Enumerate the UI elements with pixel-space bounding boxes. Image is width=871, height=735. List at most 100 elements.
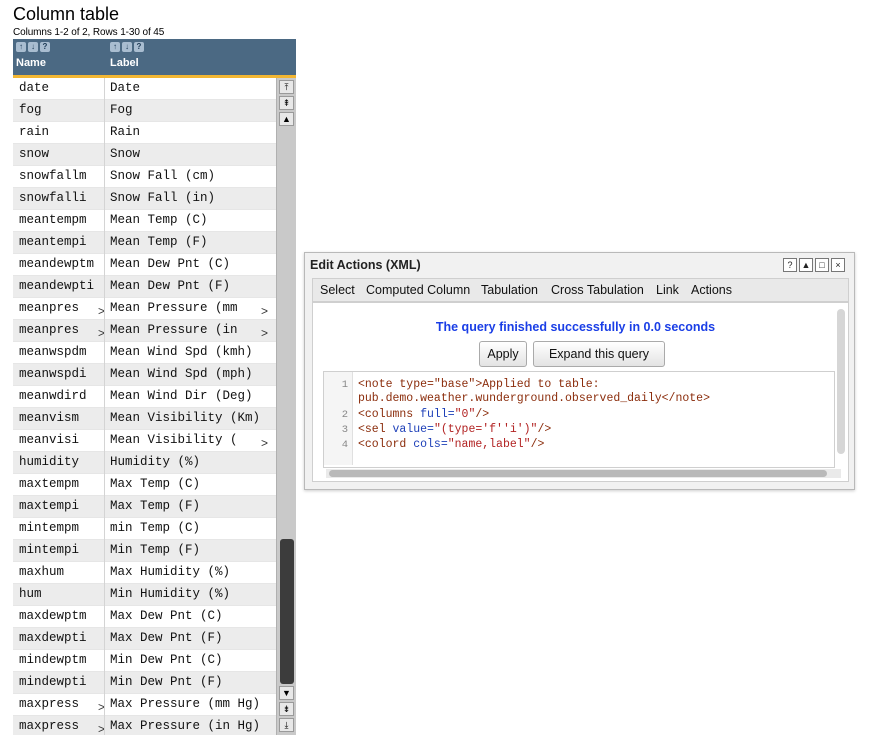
table-row[interactable]: meanwdird Mean Wind Dir (Deg) xyxy=(13,386,276,408)
table-row[interactable]: mindewptm Min Dew Pnt (C) xyxy=(13,650,276,672)
table-row[interactable]: rain Rain xyxy=(13,122,276,144)
table-row[interactable]: hum Min Humidity (%) xyxy=(13,584,276,606)
cell-label: Snow Fall (in) xyxy=(110,191,270,205)
cell-label: Min Dew Pnt (C) xyxy=(110,653,270,667)
cell-label-text: Snow Fall (in) xyxy=(110,191,216,205)
cell-label: Mean Pressure (mm > xyxy=(110,301,270,315)
cell-label: Max Temp (F) xyxy=(110,499,270,513)
table-row[interactable]: mintempm min Temp (C) xyxy=(13,518,276,540)
table-row[interactable]: snowfallm Snow Fall (cm) xyxy=(13,166,276,188)
truncated-more-icon[interactable]: > xyxy=(261,436,268,447)
cell-label: Mean Temp (C) xyxy=(110,213,270,227)
cell-label: Humidity (%) xyxy=(110,455,270,469)
scrollbar-thumb[interactable] xyxy=(280,539,294,684)
table-row[interactable]: maxpress > Max Pressure (in Hg) xyxy=(13,716,276,735)
table-row[interactable]: meanpres > Mean Pressure (in > xyxy=(13,320,276,342)
cell-label-text: Max Pressure (mm Hg) xyxy=(110,697,261,711)
expand-query-button[interactable]: Expand this query xyxy=(533,341,665,367)
scroll-bottom-icon[interactable]: ⤓ xyxy=(279,718,294,732)
cell-name: mindewpti xyxy=(19,675,107,689)
table-row[interactable]: meandewpti Mean Dew Pnt (F) xyxy=(13,276,276,298)
table-row[interactable]: meanvisi Mean Visibility (> xyxy=(13,430,276,452)
scrollbar-thumb[interactable] xyxy=(329,470,827,477)
cell-label: Mean Visibility (Km) xyxy=(110,411,270,425)
cell-name-text: snowfalli xyxy=(19,191,87,205)
menu-link[interactable]: Link xyxy=(656,283,679,297)
cell-name: fog xyxy=(19,103,107,117)
table-row[interactable]: fog Fog xyxy=(13,100,276,122)
cell-label-text: Mean Dew Pnt (F) xyxy=(110,279,231,293)
menu-tabulation[interactable]: Tabulation xyxy=(481,283,538,297)
cell-name-text: meanwspdi xyxy=(19,367,87,381)
code-line: <sel value="(type='f''i')"/> xyxy=(358,423,552,436)
table-row[interactable]: maxpress > Max Pressure (mm Hg) xyxy=(13,694,276,716)
table-row[interactable]: date Date xyxy=(13,78,276,100)
cell-name: hum xyxy=(19,587,107,601)
table-row[interactable]: meanpres > Mean Pressure (mm > xyxy=(13,298,276,320)
cell-label-text: Mean Wind Dir (Deg) xyxy=(110,389,253,403)
table-row[interactable]: maxtempi Max Temp (F) xyxy=(13,496,276,518)
table-row[interactable]: maxdewptm Max Dew Pnt (C) xyxy=(13,606,276,628)
scroll-up-icon[interactable]: ▲ xyxy=(279,112,294,126)
menu-actions[interactable]: Actions xyxy=(691,283,732,297)
table-row[interactable]: meantempm Mean Temp (C) xyxy=(13,210,276,232)
cell-label: Max Dew Pnt (F) xyxy=(110,631,270,645)
column-table-title: Column table xyxy=(13,4,120,24)
table-scrollbar[interactable]: ⤒ ⇞ ▲ ▼ ⇟ ⤓ xyxy=(276,78,296,735)
maximize-icon[interactable]: □ xyxy=(815,258,829,272)
cell-label: Min Dew Pnt (F) xyxy=(110,675,270,689)
scroll-page-down-icon[interactable]: ⇟ xyxy=(279,702,294,716)
menu-computed-column[interactable]: Computed Column xyxy=(366,283,470,297)
table-row[interactable]: snowfalli Snow Fall (in) xyxy=(13,188,276,210)
table-row[interactable]: meanwspdi Mean Wind Spd (mph) xyxy=(13,364,276,386)
scroll-down-icon[interactable]: ▼ xyxy=(279,686,294,700)
panel-menubar: Select Computed Column Tabulation Cross … xyxy=(312,278,849,302)
table-row[interactable]: meanvism Mean Visibility (Km) xyxy=(13,408,276,430)
table-row[interactable]: meandewptm Mean Dew Pnt (C) xyxy=(13,254,276,276)
truncated-more-icon[interactable]: > xyxy=(261,304,268,315)
query-status: The query finished successfully in 0.0 s… xyxy=(435,320,716,334)
cell-name-text: meanvisi xyxy=(19,433,80,447)
table-row[interactable]: meanwspdm Mean Wind Spd (kmh) xyxy=(13,342,276,364)
sort-descending-icon[interactable]: ↓ xyxy=(28,42,38,52)
close-icon[interactable]: × xyxy=(831,258,845,272)
menu-select[interactable]: Select xyxy=(320,283,355,297)
truncated-more-icon[interactable]: > xyxy=(261,326,268,337)
cell-name-text: snow xyxy=(19,147,50,161)
scroll-top-icon[interactable]: ⤒ xyxy=(279,80,294,94)
table-row[interactable]: snow Snow xyxy=(13,144,276,166)
cell-label: Max Pressure (mm Hg) xyxy=(110,697,270,711)
cell-name: maxpress > xyxy=(19,719,107,733)
cell-name: humidity xyxy=(19,455,107,469)
table-row[interactable]: maxdewpti Max Dew Pnt (F) xyxy=(13,628,276,650)
content-vertical-scrollbar[interactable] xyxy=(837,309,845,454)
editor-horizontal-scrollbar[interactable] xyxy=(326,469,841,478)
cell-name-text: maxpress xyxy=(19,697,80,711)
column-table: ↑ ↓ ? Name ↑ ↓ ? Label date Date fog Fog rai… xyxy=(13,39,296,735)
table-row[interactable]: humidity Humidity (%) xyxy=(13,452,276,474)
table-row[interactable]: maxhum Max Humidity (%) xyxy=(13,562,276,584)
apply-button[interactable]: Apply xyxy=(479,341,527,367)
scroll-page-up-icon[interactable]: ⇞ xyxy=(279,96,294,110)
sort-ascending-icon[interactable]: ↑ xyxy=(110,42,120,52)
help-icon[interactable]: ? xyxy=(783,258,797,272)
help-icon[interactable]: ? xyxy=(134,42,144,52)
cell-label-text: Mean Wind Spd (kmh) xyxy=(110,345,253,359)
sort-descending-icon[interactable]: ↓ xyxy=(122,42,132,52)
table-row[interactable]: mindewpti Min Dew Pnt (F) xyxy=(13,672,276,694)
table-row[interactable]: maxtempm Max Temp (C) xyxy=(13,474,276,496)
table-row[interactable]: mintempi Min Temp (F) xyxy=(13,540,276,562)
cell-name-text: mindewpti xyxy=(19,675,87,689)
collapse-icon[interactable]: ▲ xyxy=(799,258,813,272)
xml-editor[interactable]: 1 2 3 4 <note type="base">Applied to tab… xyxy=(323,371,841,478)
help-icon[interactable]: ? xyxy=(40,42,50,52)
cell-name-text: hum xyxy=(19,587,42,601)
line-number: 4 xyxy=(341,439,348,451)
cell-name-text: meanpres xyxy=(19,301,80,315)
sort-ascending-icon[interactable]: ↑ xyxy=(16,42,26,52)
menu-cross-tabulation[interactable]: Cross Tabulation xyxy=(551,283,644,297)
edit-actions-panel: Edit Actions (XML) ? ▲ □ × Select Comput… xyxy=(304,252,855,490)
cell-name: rain xyxy=(19,125,107,139)
cell-label-text: Mean Temp (F) xyxy=(110,235,208,249)
table-row[interactable]: meantempi Mean Temp (F) xyxy=(13,232,276,254)
